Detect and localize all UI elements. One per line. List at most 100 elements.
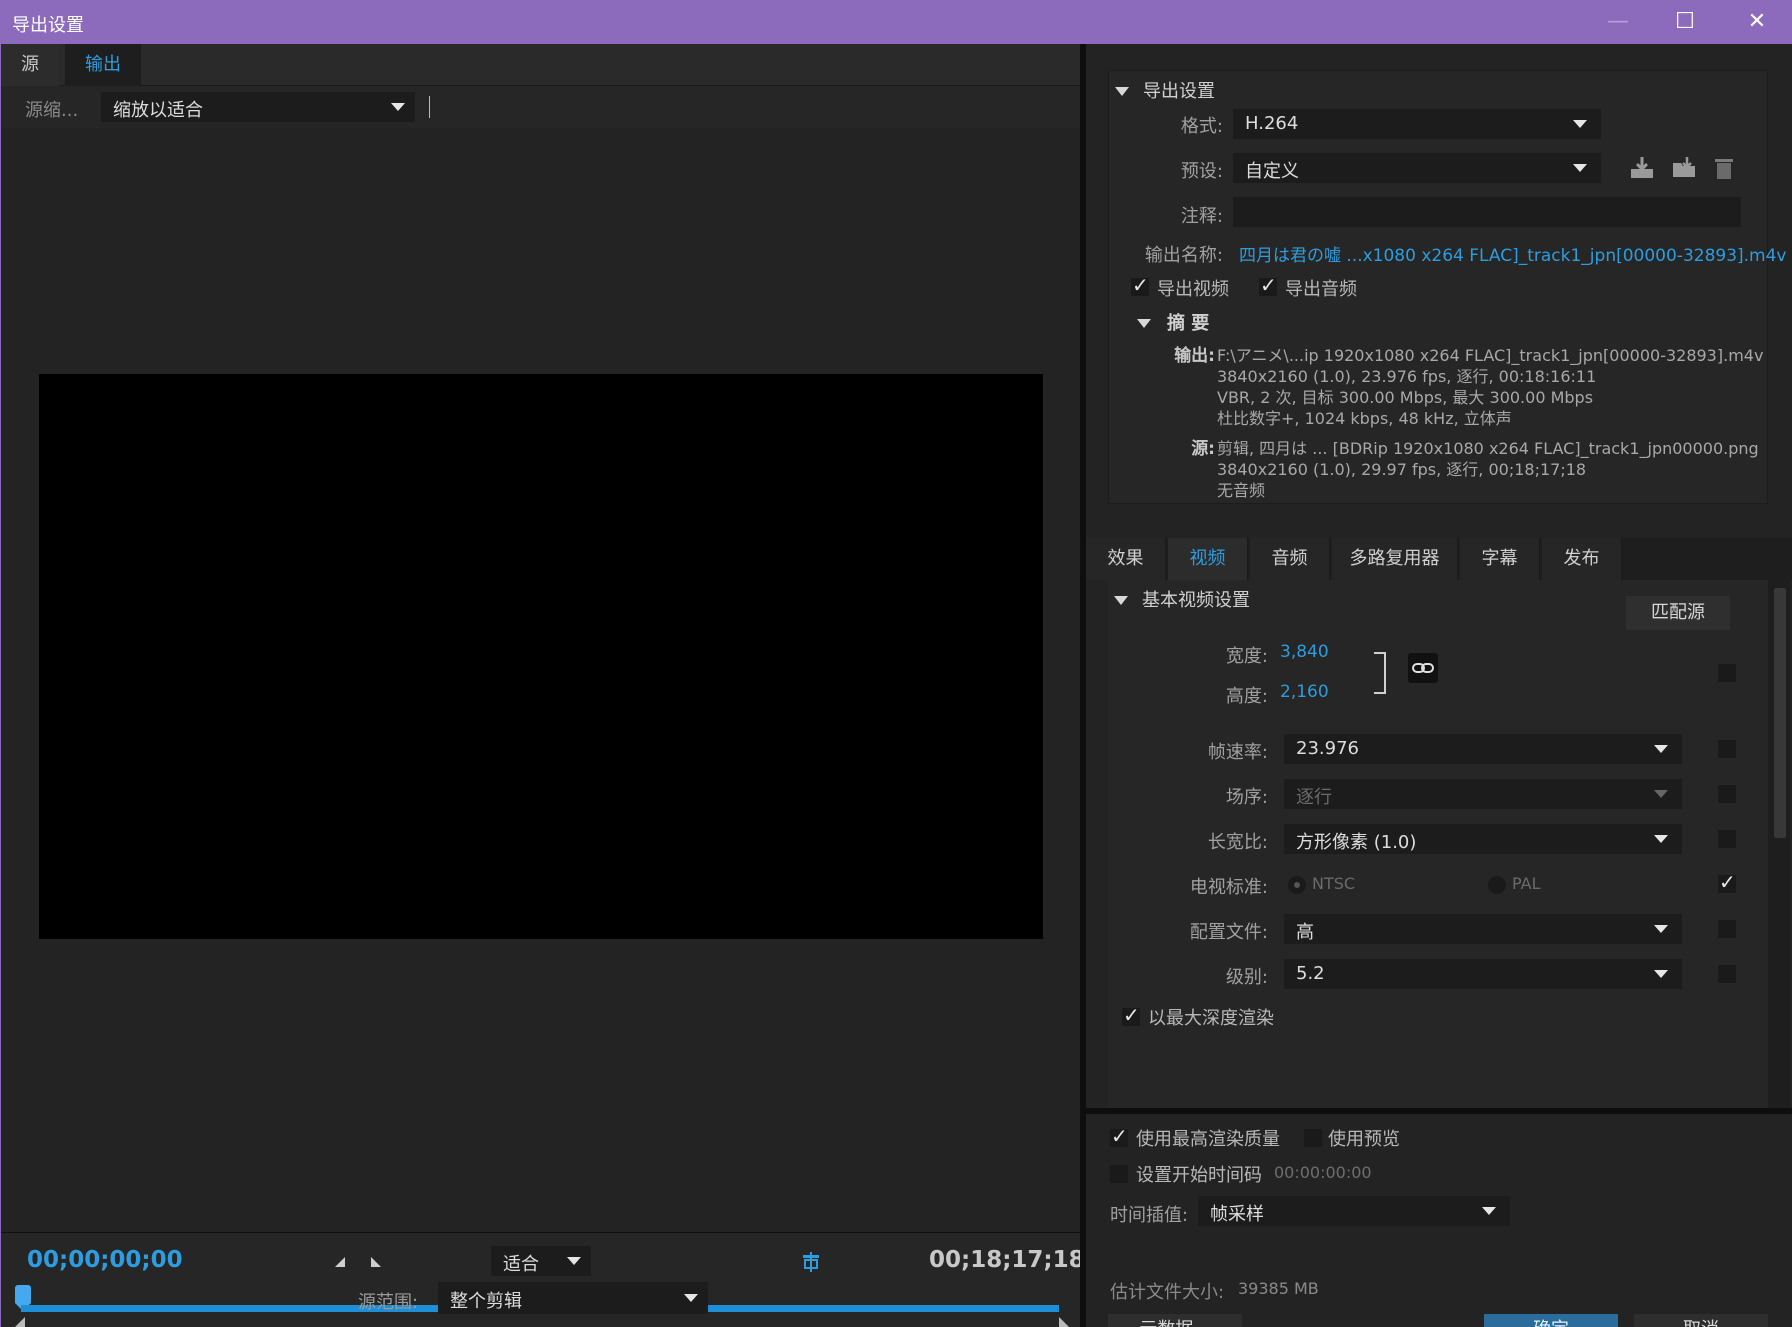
- field-order-value: 逐行: [1296, 787, 1332, 808]
- minimize-button[interactable]: —: [1583, 0, 1653, 44]
- tab-audio[interactable]: 音频: [1250, 538, 1330, 580]
- video-preview: [39, 374, 1043, 939]
- video-panel-scrollbar[interactable]: [1768, 580, 1790, 1108]
- summary-header: 摘 要: [1167, 313, 1210, 334]
- level-override-checkbox[interactable]: [1718, 965, 1736, 983]
- start-timecode[interactable]: 00;00;00;00: [27, 1247, 183, 1273]
- scrollbar-thumb[interactable]: [1774, 588, 1786, 838]
- framerate-override-checkbox[interactable]: [1718, 740, 1736, 758]
- tab-publish[interactable]: 发布: [1542, 538, 1622, 580]
- aspect-dropdown[interactable]: 方形像素 (1.0): [1284, 824, 1682, 854]
- collapse-triangle-icon[interactable]: [1114, 596, 1128, 605]
- output-name-label: 输出名称:: [1144, 245, 1223, 266]
- start-timecode-value: 00:00:00:00: [1274, 1163, 1372, 1182]
- height-label: 高度:: [1225, 686, 1268, 707]
- delete-preset-icon[interactable]: [1713, 155, 1735, 181]
- set-out-point-icon[interactable]: [371, 1257, 381, 1267]
- time-interpolation-label: 时间插值:: [1110, 1205, 1189, 1226]
- format-dropdown[interactable]: H.264: [1233, 109, 1601, 139]
- level-dropdown[interactable]: 5.2: [1284, 959, 1682, 989]
- output-name-link[interactable]: 四月は君の嘘 ...x1080 x264 FLAC]_track1_jpn[00…: [1239, 241, 1787, 266]
- field-order-override-checkbox[interactable]: [1718, 785, 1736, 803]
- chevron-down-icon: [1482, 1207, 1496, 1215]
- close-button[interactable]: ✕: [1722, 0, 1792, 44]
- export-video-checkbox[interactable]: [1131, 273, 1149, 297]
- source-range-dropdown[interactable]: 整个剪辑: [438, 1282, 708, 1314]
- source-scaling-label: 源缩...: [25, 100, 79, 121]
- set-start-timecode-checkbox[interactable]: [1110, 1165, 1128, 1183]
- ntsc-radio[interactable]: [1288, 876, 1306, 894]
- export-settings-section: 导出设置 格式: H.264 预设: 自定义 注释: 输出名称: 四月は君の嘘 …: [1108, 70, 1787, 504]
- max-render-quality-label: 使用最高渲染质量: [1136, 1129, 1280, 1150]
- summary-output-line: 杜比数字+, 1024 kbps, 48 kHz, 立体声: [1217, 409, 1512, 428]
- estimated-size-value: 39385 MB: [1238, 1279, 1319, 1298]
- max-render-quality-checkbox[interactable]: [1110, 1124, 1128, 1148]
- summary-output-key: 输出:: [1174, 346, 1215, 366]
- profile-override-checkbox[interactable]: [1718, 920, 1736, 938]
- comment-input[interactable]: [1233, 197, 1741, 227]
- metadata-button[interactable]: 元数据...: [1108, 1314, 1242, 1327]
- field-order-label: 场序:: [1225, 787, 1268, 808]
- constrain-bracket: [1374, 652, 1386, 694]
- aspect-label: 长宽比:: [1207, 832, 1268, 853]
- tab-multiplexer[interactable]: 多路复用器: [1332, 538, 1458, 580]
- aspect-override-checkbox[interactable]: [1718, 830, 1736, 848]
- time-interpolation-dropdown[interactable]: 帧采样: [1198, 1196, 1510, 1226]
- end-timecode: 00;18;17;18: [929, 1247, 1085, 1273]
- preview-toolbar: 源缩... 缩放以适合: [1, 86, 1081, 128]
- height-value[interactable]: 2,160: [1280, 682, 1329, 702]
- match-source-button[interactable]: 匹配源: [1626, 596, 1730, 630]
- aspect-value: 方形像素 (1.0): [1296, 832, 1417, 853]
- tv-standard-override-checkbox[interactable]: [1718, 870, 1736, 894]
- max-depth-checkbox[interactable]: [1122, 1003, 1140, 1027]
- source-range-value: 整个剪辑: [450, 1291, 522, 1312]
- collapse-triangle-icon[interactable]: [1115, 87, 1129, 96]
- zoom-fit-value: 适合: [503, 1254, 539, 1275]
- set-in-point-icon[interactable]: [335, 1257, 345, 1267]
- tab-video[interactable]: 视频: [1168, 538, 1248, 580]
- export-settings-header: 导出设置: [1143, 81, 1215, 102]
- title-bar: 导出设置 — ☐ ✕: [0, 0, 1792, 44]
- ok-button[interactable]: 确定: [1484, 1314, 1618, 1327]
- basic-video-settings-header: 基本视频设置: [1142, 590, 1250, 611]
- window-title: 导出设置: [12, 15, 84, 36]
- scaling-dropdown[interactable]: 缩放以适合: [101, 92, 415, 122]
- width-value[interactable]: 3,840: [1280, 642, 1329, 662]
- profile-dropdown[interactable]: 高: [1284, 914, 1682, 944]
- chevron-down-icon: [1654, 835, 1668, 843]
- chevron-down-icon: [391, 103, 405, 111]
- pal-radio[interactable]: [1488, 876, 1506, 894]
- collapse-triangle-icon[interactable]: [1137, 319, 1151, 328]
- tab-captions[interactable]: 字幕: [1460, 538, 1540, 580]
- preset-value: 自定义: [1245, 161, 1299, 182]
- width-height-override-checkbox[interactable]: [1718, 664, 1736, 682]
- zoom-fit-dropdown[interactable]: 适合: [491, 1246, 591, 1276]
- chevron-down-icon: [567, 1257, 581, 1265]
- chevron-down-icon: [1573, 164, 1587, 172]
- chevron-down-icon: [684, 1294, 698, 1302]
- preview-pane: 源 输出 源缩... 缩放以适合 00;00;00;00 适合 00;18;17…: [0, 44, 1085, 1327]
- save-preset-icon[interactable]: [1629, 155, 1655, 181]
- settings-tabs: 效果 视频 音频 多路复用器 字幕 发布: [1086, 538, 1792, 580]
- aspect-correction-icon[interactable]: [801, 1252, 821, 1272]
- field-order-dropdown[interactable]: 逐行: [1284, 779, 1682, 809]
- profile-label: 配置文件:: [1189, 922, 1268, 943]
- tab-output[interactable]: 输出: [65, 44, 141, 86]
- basic-video-settings-panel: 基本视频设置 匹配源 宽度: 3,840 高度: 2,160 帧速率: 23.9…: [1108, 580, 1768, 1108]
- preset-dropdown[interactable]: 自定义: [1233, 153, 1601, 183]
- summary-source-key: 源:: [1191, 439, 1215, 459]
- tab-effects[interactable]: 效果: [1086, 538, 1166, 580]
- export-audio-checkbox[interactable]: [1259, 273, 1277, 297]
- settings-pane: 导出设置 格式: H.264 预设: 自定义 注释: 输出名称: 四月は君の嘘 …: [1086, 44, 1792, 1327]
- import-preset-icon[interactable]: [1671, 155, 1697, 181]
- maximize-button[interactable]: ☐: [1650, 0, 1720, 44]
- comment-label: 注释:: [1180, 206, 1223, 227]
- framerate-dropdown[interactable]: 23.976: [1284, 734, 1682, 764]
- tab-source[interactable]: 源: [1, 44, 59, 86]
- constrain-proportions-button[interactable]: [1408, 653, 1438, 683]
- scaling-dropdown-value: 缩放以适合: [113, 100, 203, 121]
- cancel-button[interactable]: 取消: [1634, 1314, 1768, 1327]
- preset-label: 预设:: [1180, 161, 1223, 182]
- tv-standard-label: 电视标准:: [1189, 877, 1268, 898]
- use-previews-checkbox[interactable]: [1304, 1129, 1322, 1147]
